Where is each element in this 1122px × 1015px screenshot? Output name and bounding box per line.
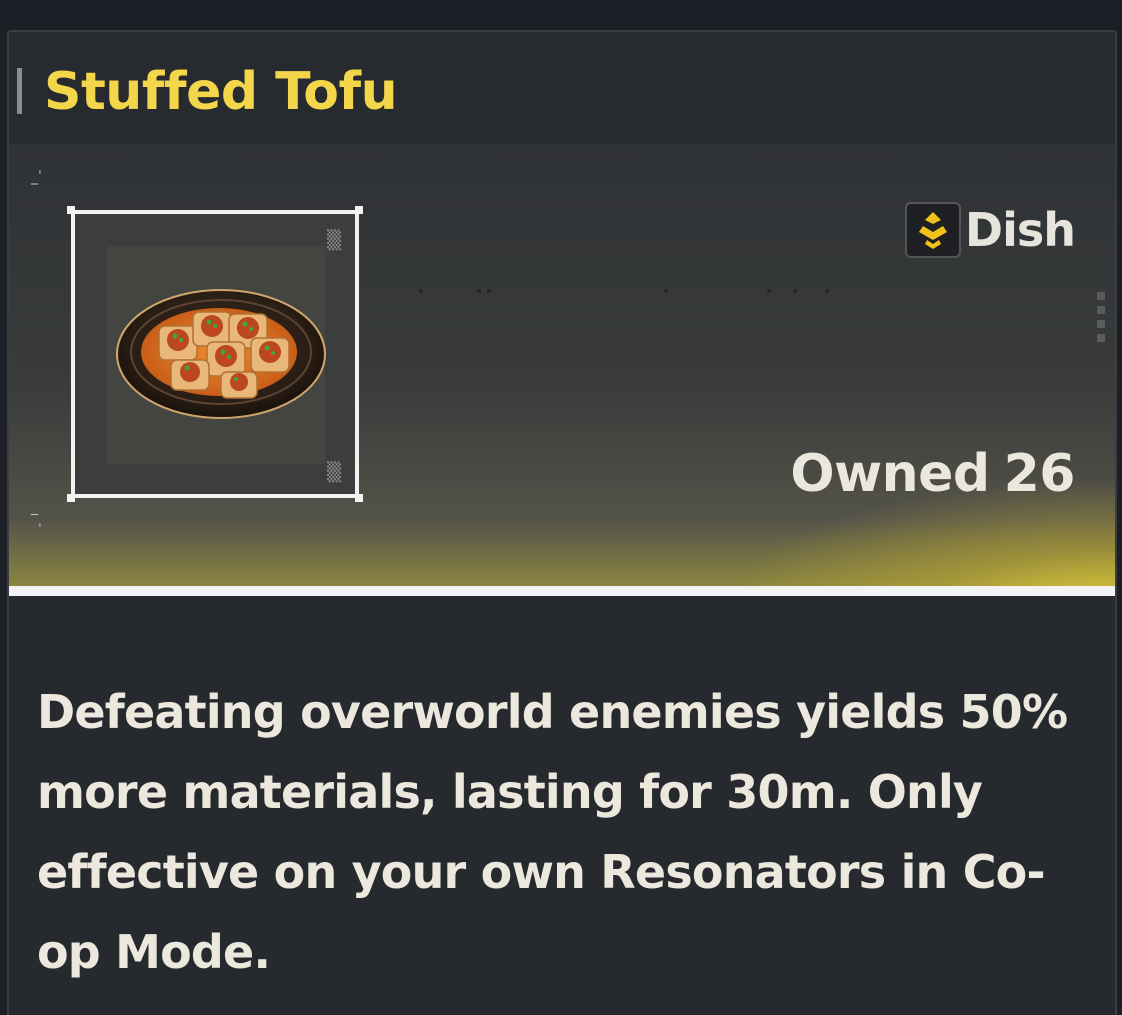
dish-glyph-icon: [918, 212, 947, 249]
pattern-icon: ▒: [327, 230, 341, 251]
category-tag: Dish: [904, 200, 1076, 260]
owned-count: Owned 26: [790, 444, 1075, 504]
banner-divider: [9, 586, 1115, 596]
item-detail-panel: Stuffed Tofu _ˈ ‾ˌ ▒ ▒ Dish Owned 26 Def…: [7, 30, 1117, 1015]
frame-corner-dot: [355, 206, 363, 214]
title-accent-bar: [17, 68, 22, 114]
stuffed-tofu-icon: [116, 289, 326, 419]
title-bar: Stuffed Tofu: [9, 32, 1115, 144]
owned-value: 26: [1003, 444, 1076, 504]
category-label: Dish: [964, 203, 1076, 257]
frame-corner-dot: [67, 494, 75, 502]
dish-icon: [904, 202, 961, 258]
owned-label: Owned: [790, 444, 990, 504]
banner-corner-bottom-left: ‾ˌ: [31, 513, 42, 529]
item-description: Defeating overworld enemies yields 50% m…: [37, 685, 1068, 979]
banner-corner-top-left: _ˈ: [31, 169, 42, 185]
banner-right-rail: [1097, 292, 1107, 348]
frame-corner-dot: [67, 206, 75, 214]
item-name: Stuffed Tofu: [44, 62, 398, 122]
pattern-icon: ▒: [327, 462, 341, 483]
frame-corner-dot: [355, 494, 363, 502]
item-icon-frame: ▒ ▒: [71, 210, 359, 498]
